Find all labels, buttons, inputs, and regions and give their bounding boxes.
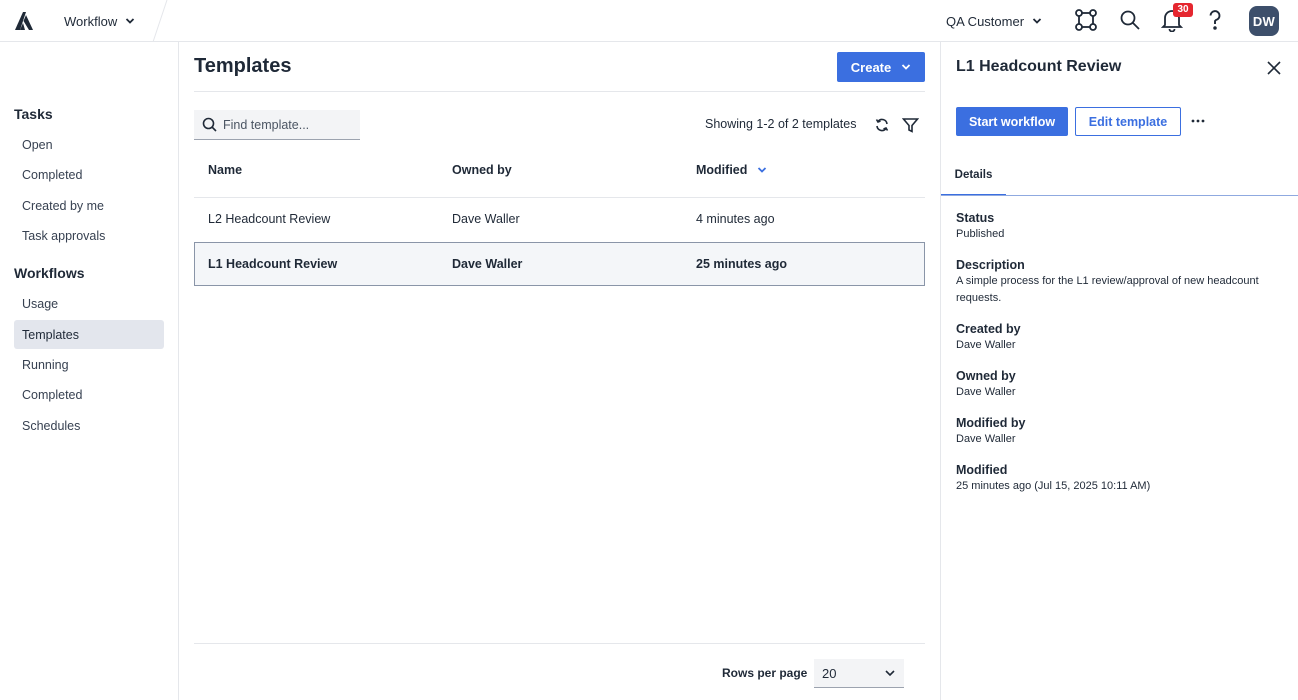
row-modified: 25 minutes ago [696, 257, 787, 271]
tab-underline [941, 195, 1298, 196]
chevron-down-icon [1032, 18, 1042, 24]
sidebar-item-usage[interactable]: Usage [14, 289, 164, 318]
table-row-selected[interactable]: L1 Headcount Review Dave Waller 25 minut… [194, 242, 925, 286]
column-header-modified-label: Modified [696, 163, 748, 177]
sidebar: Tasks Open Completed Created by me Task … [0, 42, 179, 700]
more-icon[interactable] [1189, 110, 1207, 132]
detail-label: Modified by [956, 416, 1026, 430]
table-row[interactable]: L2 Headcount Review Dave Waller 4 minute… [194, 197, 925, 241]
detail-label: Status [956, 211, 995, 225]
sort-chevron-down-icon [758, 167, 767, 173]
details-panel: L1 Headcount Review Start workflow Edit … [940, 42, 1298, 700]
column-header-modified[interactable]: Modified [696, 163, 767, 177]
sidebar-item-open[interactable]: Open [14, 130, 164, 159]
create-button[interactable]: Create [837, 52, 925, 82]
detail-value: 25 minutes ago (Jul 15, 2025 10:11 AM) [956, 480, 1151, 492]
help-icon[interactable] [1202, 7, 1228, 33]
detail-label: Modified [956, 463, 1008, 477]
detail-status: Status Published [956, 210, 1286, 243]
sidebar-item-created-by-me[interactable]: Created by me [14, 191, 164, 220]
detail-value: Dave Waller [956, 339, 1016, 351]
detail-description: Description A simple process for the L1 … [956, 257, 1286, 307]
detail-value: Published [956, 228, 1005, 240]
close-icon[interactable] [1264, 58, 1284, 78]
detail-modified: Modified 25 minutes ago (Jul 15, 2025 10… [956, 462, 1286, 495]
detail-owned-by: Owned by Dave Waller [956, 368, 1286, 401]
rows-per-page-label: Rows per page [722, 666, 808, 680]
detail-label: Description [956, 258, 1025, 272]
sidebar-item-workflows-completed[interactable]: Completed [14, 380, 164, 409]
detail-value: Dave Waller [956, 386, 1016, 398]
page-title: Templates [194, 55, 292, 77]
org-switcher-label: QA Customer [946, 13, 1025, 29]
sidebar-heading-tasks: Tasks [14, 106, 53, 122]
top-bar: Workflow QA Customer 30 DW [0, 0, 1298, 42]
detail-value: Dave Waller [956, 433, 1016, 445]
detail-value: A simple process for the L1 review/appro… [956, 275, 1259, 304]
detail-modified-by: Modified by Dave Waller [956, 415, 1286, 448]
sidebar-item-templates[interactable]: Templates [14, 320, 164, 349]
row-owned-by: Dave Waller [452, 257, 523, 271]
panel-title: L1 Headcount Review [956, 58, 1122, 75]
app-switcher[interactable]: Workflow [64, 12, 135, 30]
title-divider [194, 91, 925, 92]
column-header-owned-by[interactable]: Owned by [452, 163, 512, 177]
rows-per-page-select[interactable]: 20 [814, 659, 904, 688]
start-workflow-button[interactable]: Start workflow [956, 107, 1068, 136]
chevron-down-icon [902, 64, 911, 70]
create-button-label: Create [850, 59, 892, 75]
detail-label: Created by [956, 322, 1021, 336]
tab-details[interactable]: Details [941, 156, 1006, 196]
results-count: Showing 1-2 of 2 templates [705, 117, 857, 131]
filter-icon[interactable] [900, 114, 920, 136]
search-field[interactable] [194, 110, 360, 140]
integrations-icon[interactable] [1073, 7, 1099, 33]
sidebar-item-task-approvals[interactable]: Task approvals [14, 221, 164, 250]
search-input[interactable] [223, 117, 353, 132]
sidebar-item-schedules[interactable]: Schedules [14, 411, 164, 440]
rows-per-page-value: 20 [822, 665, 837, 681]
notification-badge: 30 [1173, 3, 1193, 17]
edit-template-button[interactable]: Edit template [1075, 107, 1181, 136]
footer-divider [194, 643, 925, 644]
topbar-divider [152, 0, 168, 42]
row-name: L1 Headcount Review [208, 257, 338, 271]
detail-created-by: Created by Dave Waller [956, 321, 1286, 354]
sidebar-heading-workflows: Workflows [14, 265, 85, 281]
org-switcher[interactable]: QA Customer [946, 12, 1042, 30]
row-name: L2 Headcount Review [208, 212, 331, 226]
row-owned-by: Dave Waller [452, 212, 520, 226]
column-header-name[interactable]: Name [208, 163, 242, 177]
row-modified: 4 minutes ago [696, 212, 775, 226]
sidebar-item-running[interactable]: Running [14, 350, 164, 379]
chevron-down-icon [126, 18, 135, 24]
chevron-down-icon [885, 670, 895, 677]
app-logo-icon[interactable] [12, 9, 38, 33]
search-icon[interactable] [1117, 7, 1143, 33]
sidebar-item-tasks-completed[interactable]: Completed [14, 160, 164, 189]
detail-label: Owned by [956, 369, 1016, 383]
refresh-icon[interactable] [872, 114, 892, 136]
app-switcher-label: Workflow [64, 13, 118, 29]
search-icon [202, 117, 217, 132]
avatar[interactable]: DW [1249, 6, 1279, 36]
